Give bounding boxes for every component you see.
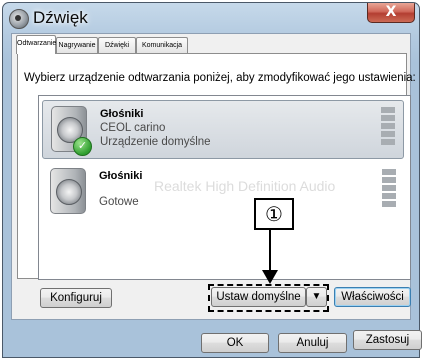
tab-recording[interactable]: Nagrywanie bbox=[56, 37, 98, 53]
tab-sounds[interactable]: Dźwięki bbox=[98, 37, 136, 53]
properties-button[interactable]: Właściwości bbox=[334, 287, 411, 307]
callout-arrow-icon bbox=[262, 230, 278, 284]
device-item-default[interactable]: ✓ Głośniki CEOL carino Urządzenie domyśl… bbox=[42, 100, 404, 159]
set-default-button[interactable]: Ustaw domyślne bbox=[211, 287, 306, 307]
ok-button[interactable]: OK bbox=[201, 333, 269, 353]
speaker-icon bbox=[50, 168, 86, 214]
device-name: Głośniki bbox=[99, 170, 143, 182]
instruction-text: Wybierz urządzenie odtwarzania poniżej, … bbox=[24, 72, 416, 84]
device-description-faded: Realtek High Definition Audio bbox=[154, 178, 336, 194]
playback-device-list[interactable]: ✓ Głośniki CEOL carino Urządzenie domyśl… bbox=[38, 95, 411, 280]
device-name: Głośniki bbox=[100, 108, 144, 120]
volume-level-meter bbox=[381, 107, 395, 153]
window-title: Dźwięk bbox=[33, 8, 88, 27]
device-description: CEOL carino bbox=[100, 122, 166, 134]
apply-button[interactable]: Zastosuj bbox=[353, 330, 422, 350]
volume-level-meter bbox=[382, 169, 396, 215]
set-default-dropdown-button[interactable]: ▼ bbox=[306, 287, 327, 307]
tab-communications[interactable]: Komunikacja bbox=[136, 37, 188, 53]
callout-number: ① bbox=[254, 198, 294, 230]
title-bar[interactable]: Dźwięk X bbox=[3, 3, 419, 33]
device-status: Urządzenie domyślne bbox=[100, 136, 211, 148]
device-item-realtek[interactable]: Głośniki Realtek High Definition Audio G… bbox=[42, 163, 404, 222]
close-button[interactable]: X bbox=[367, 3, 415, 23]
default-device-check-icon: ✓ bbox=[73, 137, 92, 156]
tab-playback[interactable]: Odtwarzanie bbox=[16, 35, 56, 54]
configure-button[interactable]: Konfiguruj bbox=[40, 288, 112, 308]
speaker-title-icon bbox=[9, 9, 29, 29]
tab-strip: Odtwarzanie Nagrywanie Dźwięki Komunikac… bbox=[12, 34, 410, 54]
cancel-button[interactable]: Anuluj bbox=[278, 333, 347, 353]
device-status: Gotowe bbox=[99, 196, 139, 208]
